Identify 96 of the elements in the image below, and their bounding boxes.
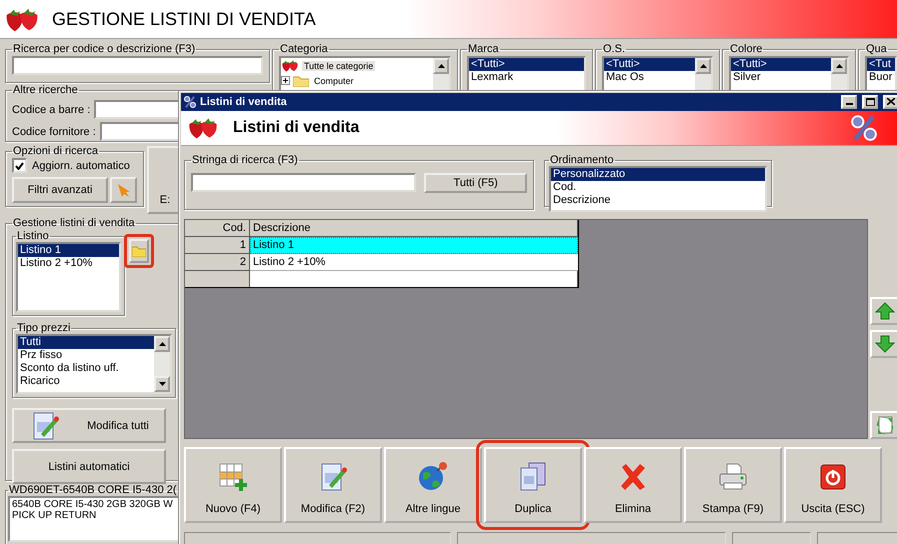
list-item[interactable]: Silver	[731, 71, 831, 84]
strawberry-icon	[281, 58, 299, 72]
advanced-filters-button[interactable]: Filtri avanzati	[12, 177, 108, 203]
check-icon	[15, 162, 24, 170]
refresh-icon	[874, 414, 896, 436]
move-up-button[interactable]	[870, 297, 897, 325]
field-label: Codice a barre :	[12, 104, 90, 116]
cursor-arrow-icon	[116, 182, 132, 198]
move-down-button[interactable]	[870, 330, 897, 358]
field-label: Codice fornitore :	[12, 126, 96, 138]
close-icon	[887, 98, 895, 106]
list-item[interactable]: Mac Os	[604, 71, 695, 84]
up-arrow-icon	[438, 64, 444, 68]
price-type-listbox[interactable]: Tutti Prz fisso Sconto da listino uff. Ricarico	[16, 334, 172, 394]
list-item[interactable]: <Tut	[867, 58, 895, 71]
close-button[interactable]	[883, 94, 897, 109]
grid-plus-icon	[217, 461, 249, 493]
group-label: Stringa di ricerca (F3)	[191, 154, 299, 166]
table-cell[interactable]: Listino 1	[250, 237, 578, 254]
scroll-up-button[interactable]	[154, 336, 170, 352]
list-item[interactable]: Tutti	[18, 336, 154, 349]
list-item[interactable]: <Tutti>	[731, 58, 831, 71]
list-item[interactable]: Listino 1	[18, 244, 119, 257]
group-label: Ordinamento	[549, 154, 615, 166]
action-button[interactable]: Modifica tutti	[12, 408, 166, 443]
list-item[interactable]: Lexmark	[469, 71, 584, 84]
group-label: Ricerca per codice o descrizione (F3)	[12, 43, 196, 55]
minimize-icon	[846, 102, 852, 105]
list-item[interactable]: <Tutti>	[469, 58, 584, 71]
description-text: 6540B CORE I5-430 2GB 320GB W PICK UP RETURN	[8, 496, 180, 542]
checkbox-label: Aggiorn. automatico	[32, 160, 130, 172]
toolbar-button[interactable]: Uscita (ESC)	[784, 447, 882, 523]
group-label: Opzioni di ricerca	[12, 145, 99, 157]
up-arrow-icon	[875, 301, 895, 321]
tree-item[interactable]: Computer	[312, 76, 356, 86]
group-label: Qua	[865, 43, 888, 55]
group-label: Listino	[16, 230, 50, 242]
list-item[interactable]: Prz fisso	[18, 349, 154, 362]
list-item[interactable]: Descrizione	[551, 194, 765, 208]
search-field[interactable]	[191, 173, 416, 192]
action-button[interactable]: Listini automatici	[12, 449, 166, 484]
scroll-up-button[interactable]	[695, 58, 711, 74]
up-arrow-icon	[836, 64, 842, 68]
list-item[interactable]: <Tutti>	[604, 58, 695, 71]
list-item[interactable]: Cod.	[551, 181, 765, 194]
strawberry-icon	[187, 116, 219, 140]
row-number: 1	[185, 237, 250, 254]
search-field[interactable]	[12, 56, 263, 75]
toolbar-button[interactable]: Altre lingue	[384, 447, 482, 523]
down-arrow-icon	[875, 334, 895, 354]
group-label: Categoria	[279, 43, 329, 55]
table-cell[interactable]: Listino 2 +10%	[250, 254, 578, 271]
sort-listbox[interactable]: Personalizzato Cod. Descrizione	[549, 166, 767, 212]
percent-icon	[849, 112, 879, 143]
percent-icon	[183, 94, 197, 109]
column-header[interactable]: Descrizione	[250, 220, 578, 237]
all-button[interactable]: Tutti (F5)	[424, 173, 527, 194]
expand-icon[interactable]	[281, 76, 290, 85]
down-arrow-icon	[158, 382, 166, 386]
scroll-up-button[interactable]	[831, 58, 847, 74]
globe-icon	[417, 461, 449, 493]
up-arrow-icon	[158, 342, 166, 346]
price-list-listbox[interactable]: Listino 1 Listino 2 +10%	[16, 242, 121, 312]
toolbar-button[interactable]: Stampa (F9)	[684, 447, 782, 523]
group-label: O.S.	[602, 43, 626, 55]
group-label: WD690ET-6540B CORE I5-430 2(	[8, 484, 178, 496]
toolbar-button[interactable]: Modifica (F2)	[284, 447, 382, 523]
list-item[interactable]: Sconto da listino uff.	[18, 362, 154, 375]
list-item[interactable]: Personalizzato	[551, 168, 765, 182]
refresh-button[interactable]	[870, 411, 897, 439]
header-title: Listini di vendita	[233, 118, 360, 137]
up-arrow-icon	[700, 64, 706, 68]
list-item[interactable]: Ricarico	[18, 375, 154, 388]
list-item[interactable]: Listino 2 +10%	[18, 257, 119, 270]
group-label: Gestione listini di vendita	[12, 217, 136, 229]
scroll-up-button[interactable]	[433, 58, 449, 74]
folder-icon	[293, 74, 309, 86]
toolbar-button[interactable]: Duplica	[484, 447, 582, 523]
group-label: Altre ricerche	[12, 84, 79, 96]
row-number: 2	[185, 254, 250, 271]
group-label: Marca	[467, 43, 500, 55]
folder-icon	[132, 245, 146, 257]
toolbar-button[interactable]: Elimina	[584, 447, 682, 523]
list-item[interactable]: Buor	[867, 71, 895, 84]
minimize-button[interactable]	[841, 94, 857, 109]
checkbox[interactable]	[12, 158, 27, 173]
maximize-icon	[866, 98, 874, 106]
maximize-button[interactable]	[862, 94, 878, 109]
tree-item[interactable]: Tutte le categorie	[302, 60, 376, 70]
window-title: GESTIONE LISTINI DI VENDITA	[52, 8, 316, 30]
column-header[interactable]: Cod.	[185, 220, 250, 237]
scroll-down-button[interactable]	[154, 376, 170, 392]
toolbar-button[interactable]: Nuovo (F4)	[184, 447, 282, 523]
group-label: Colore	[729, 43, 764, 55]
strawberry-icon	[4, 6, 40, 32]
group-label: Tipo prezzi	[16, 322, 72, 334]
